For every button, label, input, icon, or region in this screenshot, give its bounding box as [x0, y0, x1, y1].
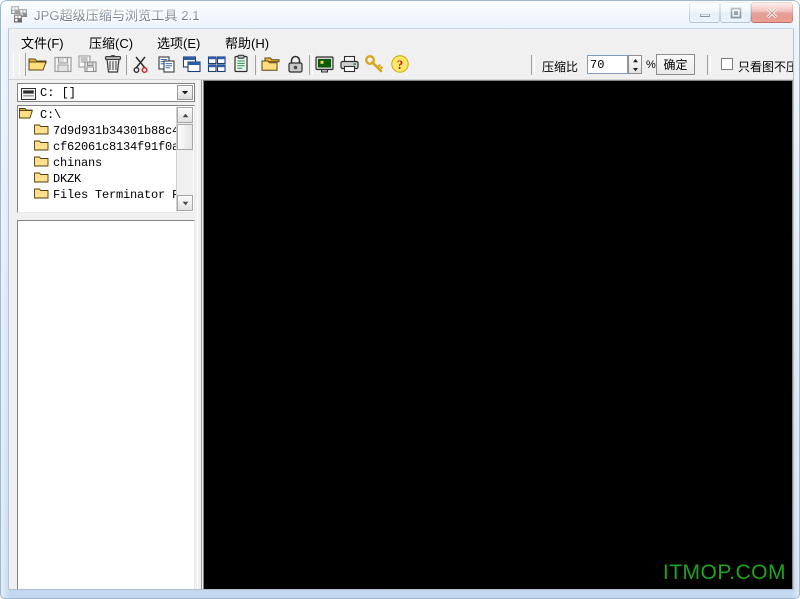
- folder-tree[interactable]: C:\ 7d9d931b34301b88c4228: [17, 105, 195, 213]
- tree-item-root[interactable]: C:\: [19, 107, 179, 123]
- drive-dropdown-arrow[interactable]: [177, 85, 193, 100]
- tile-windows-icon[interactable]: [206, 54, 229, 76]
- tree-item-label: 7d9d931b34301b88c4228: [53, 124, 179, 138]
- printer-icon[interactable]: [339, 54, 362, 76]
- tree-item-folder[interactable]: DKZK: [19, 171, 179, 187]
- menu-file[interactable]: 文件(F): [16, 32, 69, 53]
- title-bar[interactable]: JPG超级压缩与浏览工具 2.1: [1, 1, 799, 28]
- menu-bar: 文件(F) 压缩(C) 选项(E) 帮助(H): [9, 29, 793, 51]
- scroll-up-icon[interactable]: [177, 107, 193, 123]
- toolbar: ? 压缩比 70 % 确定 只看图不压缩: [9, 51, 793, 80]
- save-icon[interactable]: [52, 54, 75, 76]
- help-question-icon[interactable]: ?: [389, 54, 412, 76]
- drive-select[interactable]: C: []: [17, 83, 195, 102]
- view-only-label: 只看图不压缩: [738, 60, 793, 74]
- compression-ratio-stepper[interactable]: [628, 55, 642, 74]
- maximize-icon: [721, 3, 750, 22]
- folders-icon[interactable]: [260, 54, 283, 76]
- percent-sign: %: [646, 59, 656, 71]
- browser-panel: C: [] C:\ 7d9d931b34301b88c4 cf62061c813…: [9, 80, 195, 589]
- tree-item-label: DKZK: [53, 172, 82, 186]
- window-title: JPG超级压缩与浏览工具 2.1: [34, 8, 200, 23]
- tree-item-label: chinans: [53, 156, 103, 170]
- key-icon[interactable]: [364, 54, 387, 76]
- toolbar-separator-5: [707, 55, 711, 75]
- toolbar-separator-3: [309, 55, 313, 75]
- cascade-windows-icon[interactable]: [181, 54, 204, 76]
- drive-value: C: []: [40, 86, 77, 100]
- close-icon: [752, 3, 792, 22]
- delete-trash-icon[interactable]: [102, 54, 125, 76]
- lock-icon[interactable]: [285, 54, 308, 76]
- tree-item-label: cf62061c8134f91f0aa28: [53, 140, 179, 154]
- stepper-down-icon[interactable]: [629, 65, 641, 73]
- stepper-up-icon[interactable]: [629, 56, 641, 64]
- folder-tree-scrollbar[interactable]: [176, 107, 193, 211]
- cut-scissors-icon[interactable]: [131, 54, 154, 76]
- compression-ratio-input[interactable]: 70: [587, 55, 628, 74]
- save-as-icon[interactable]: [77, 54, 100, 76]
- file-list[interactable]: [17, 220, 195, 589]
- site-watermark: ITMOP.COM: [662, 561, 786, 584]
- tree-item-label: Files Terminator Free: [53, 188, 179, 202]
- monitor-icon[interactable]: [314, 54, 337, 76]
- clipboard-icon[interactable]: [231, 54, 254, 76]
- open-folder-icon[interactable]: [27, 54, 50, 76]
- svg-text:?: ?: [397, 57, 404, 72]
- client-area: 文件(F) 压缩(C) 选项(E) 帮助(H) ? 压缩比 70 % 确定 只看…: [8, 28, 794, 590]
- toolbar-separator-4: [531, 55, 535, 75]
- menu-help[interactable]: 帮助(H): [220, 32, 274, 53]
- tree-item-folder[interactable]: 7d9d931b34301b88c4228: [19, 123, 179, 139]
- folder-tree-list: C:\ 7d9d931b34301b88c4228: [19, 107, 179, 213]
- image-canvas[interactable]: ITMOP.COM: [204, 81, 792, 589]
- close-button[interactable]: [751, 2, 793, 23]
- splitter-bar: [197, 80, 202, 589]
- minimize-button[interactable]: [689, 2, 720, 23]
- image-viewer[interactable]: ITMOP.COM: [203, 80, 793, 589]
- compression-ratio-label: 压缩比: [542, 60, 579, 74]
- view-only-checkbox[interactable]: [721, 58, 733, 70]
- toolbar-grip-2[interactable]: [19, 53, 26, 76]
- menu-compress[interactable]: 压缩(C): [84, 32, 138, 53]
- copy-icon[interactable]: [156, 54, 179, 76]
- tree-item-folder[interactable]: chinans: [19, 155, 179, 171]
- app-icon: [10, 5, 29, 24]
- toolbar-separator-1: [126, 55, 130, 75]
- maximize-button[interactable]: [720, 2, 751, 23]
- tree-item-folder[interactable]: cf62061c8134f91f0aa28: [19, 139, 179, 155]
- scroll-down-icon[interactable]: [177, 195, 193, 211]
- drive-icon: [21, 87, 36, 105]
- application-window: JPG超级压缩与浏览工具 2.1 文件(F) 压缩(C) 选项(E) 帮助(H)…: [0, 0, 800, 599]
- tree-item-folder[interactable]: Files Terminator Free: [19, 187, 179, 203]
- tree-item-label: C:\: [40, 108, 62, 122]
- compression-ratio-value: 70: [590, 58, 605, 72]
- folder-icon: [34, 186, 49, 204]
- menu-options[interactable]: 选项(E): [152, 32, 205, 53]
- confirm-button[interactable]: 确定: [656, 54, 695, 75]
- panel-splitter[interactable]: [195, 80, 203, 589]
- minimize-icon: [690, 3, 719, 22]
- scroll-thumb[interactable]: [177, 124, 193, 150]
- toolbar-separator-2: [255, 55, 259, 75]
